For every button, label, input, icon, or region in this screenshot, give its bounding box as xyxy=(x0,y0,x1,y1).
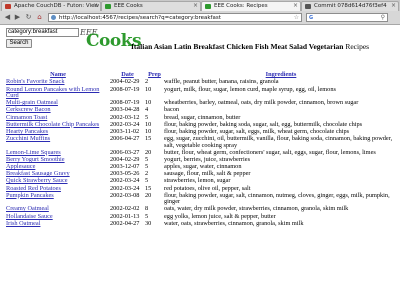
tab-label: EEE Cooks: Recipes xyxy=(214,3,268,9)
github-favicon-icon xyxy=(305,4,311,9)
tab-label: Commit 078d614d76f3ef4 xyxy=(314,3,387,9)
close-icon[interactable]: × xyxy=(93,2,98,9)
close-icon[interactable]: × xyxy=(193,2,198,9)
category-link-asian[interactable]: Asian xyxy=(154,42,172,51)
table-row: Round Lemon Pancakes with Lemon Curd 2008… xyxy=(6,86,398,100)
recipes-link[interactable]: Recipes xyxy=(345,42,369,51)
tab-couchdb[interactable]: Apache CouchDB - Futon: View × xyxy=(1,1,101,11)
recipe-ingredients: yogurt, milk, flour, sugar, lemon curd, … xyxy=(164,85,336,93)
browser-search-bar[interactable]: G ⚲ xyxy=(306,13,388,22)
eee-favicon-icon xyxy=(105,4,111,9)
category-link-salad[interactable]: Salad xyxy=(289,42,307,51)
recipe-date: 2002-04-27 xyxy=(110,219,140,227)
tab-label: Apache CouchDB - Futon: View xyxy=(14,3,99,9)
couchdb-favicon-icon xyxy=(5,4,11,9)
reload-icon[interactable]: ↻ xyxy=(24,13,33,22)
eee-favicon-icon xyxy=(205,4,211,9)
recipe-results-table: Name Date Prep Ingredients Robin's Favor… xyxy=(6,72,398,228)
recipe-prep: 10 xyxy=(145,85,152,93)
recipe-prep: 20 xyxy=(145,191,152,199)
recipe-prep: 15 xyxy=(145,135,152,143)
category-link-vegetarian[interactable]: Vegetarian xyxy=(309,42,344,51)
recipe-name-link[interactable]: Irish Oatmeal xyxy=(6,220,110,227)
category-link-fish[interactable]: Fish xyxy=(255,42,269,51)
forward-arrow-icon[interactable]: ▶ xyxy=(13,13,22,22)
table-row: Irish Oatmeal 2002-04-27 30 water, oats, st… xyxy=(6,220,398,227)
back-arrow-icon[interactable]: ◀ xyxy=(3,13,12,22)
table-row: Zucchini Muffins 2006-04-27 15 egg, sugar, … xyxy=(6,136,398,150)
recipe-ingredients: flour, baking powder, sugar, salt, cinna… xyxy=(164,191,390,206)
category-link-italian[interactable]: Italian xyxy=(131,42,152,51)
recipe-ingredients: water, oats, strawberries, cinnamon, gra… xyxy=(164,219,304,227)
category-nav: Italian Asian Latin Breakfast Chicken Fi… xyxy=(131,42,369,51)
recipe-ingredients: egg, sugar, zucchini, oil, buttermilk, v… xyxy=(164,135,393,149)
address-bar[interactable]: http://localhost:4567/recipes/search?q=c… xyxy=(48,13,302,22)
tab-eee-cooks-recipes[interactable]: EEE Cooks: Recipes × xyxy=(201,1,301,11)
category-link-meat[interactable]: Meat xyxy=(271,42,288,51)
tab-commit[interactable]: Commit 078d614d76f3ef4 × xyxy=(301,1,399,11)
recipe-date: 2006-04-27 xyxy=(110,135,140,143)
home-icon[interactable]: ⌂ xyxy=(35,13,44,22)
tab-eee-cooks[interactable]: EEE Cooks × xyxy=(101,1,201,11)
recipe-date: 2002-03-08 xyxy=(110,191,140,199)
search-input[interactable]: category:breakfast xyxy=(6,28,79,37)
recipe-prep: 30 xyxy=(145,219,152,227)
browser-chrome: Apache CouchDB - Futon: View × EEE Cooks… xyxy=(0,0,400,25)
tab-strip: Apache CouchDB - Futon: View × EEE Cooks… xyxy=(0,0,400,11)
recipe-name-link[interactable]: Zucchini Muffins xyxy=(6,136,110,150)
table-row: Multi-grain Oatmeal 2008-07-19 10 wheatberr… xyxy=(6,99,398,107)
category-link-chicken[interactable]: Chicken xyxy=(226,42,253,51)
address-text: http://localhost:4567/recipes/search?q=c… xyxy=(59,15,221,21)
globe-icon xyxy=(51,15,56,20)
google-icon: G xyxy=(309,15,314,21)
recipe-date: 2008-07-19 xyxy=(110,85,140,93)
recipe-name-link[interactable]: Pumpkin Pancakes xyxy=(6,192,110,206)
recipe-name-link[interactable]: Round Lemon Pancakes with Lemon Curd xyxy=(6,86,110,100)
bookmark-star-icon[interactable]: ☆ xyxy=(294,14,299,22)
tab-label: EEE Cooks xyxy=(114,3,143,9)
recipe-ingredients: wheatberries, barley, oatmeal, oats, dry… xyxy=(164,99,359,107)
table-body: Robin's Favorite Snack 2004-02-29 2 waffle,… xyxy=(6,79,398,228)
magnifier-icon[interactable]: ⚲ xyxy=(381,14,385,21)
close-icon[interactable]: × xyxy=(391,2,396,9)
search-button[interactable]: Search xyxy=(6,39,32,48)
category-link-breakfast[interactable]: Breakfast xyxy=(193,42,224,51)
navigation-bar: ◀ ▶ ↻ ⌂ http://localhost:4567/recipes/se… xyxy=(0,11,400,24)
category-link-latin[interactable]: Latin xyxy=(174,42,192,51)
table-row: Pumpkin Pancakes 2002-03-08 20 flour, bakin… xyxy=(6,192,398,206)
eee-cooks-logo[interactable]: EEE Cooks xyxy=(80,26,142,51)
close-icon[interactable]: × xyxy=(293,2,298,9)
